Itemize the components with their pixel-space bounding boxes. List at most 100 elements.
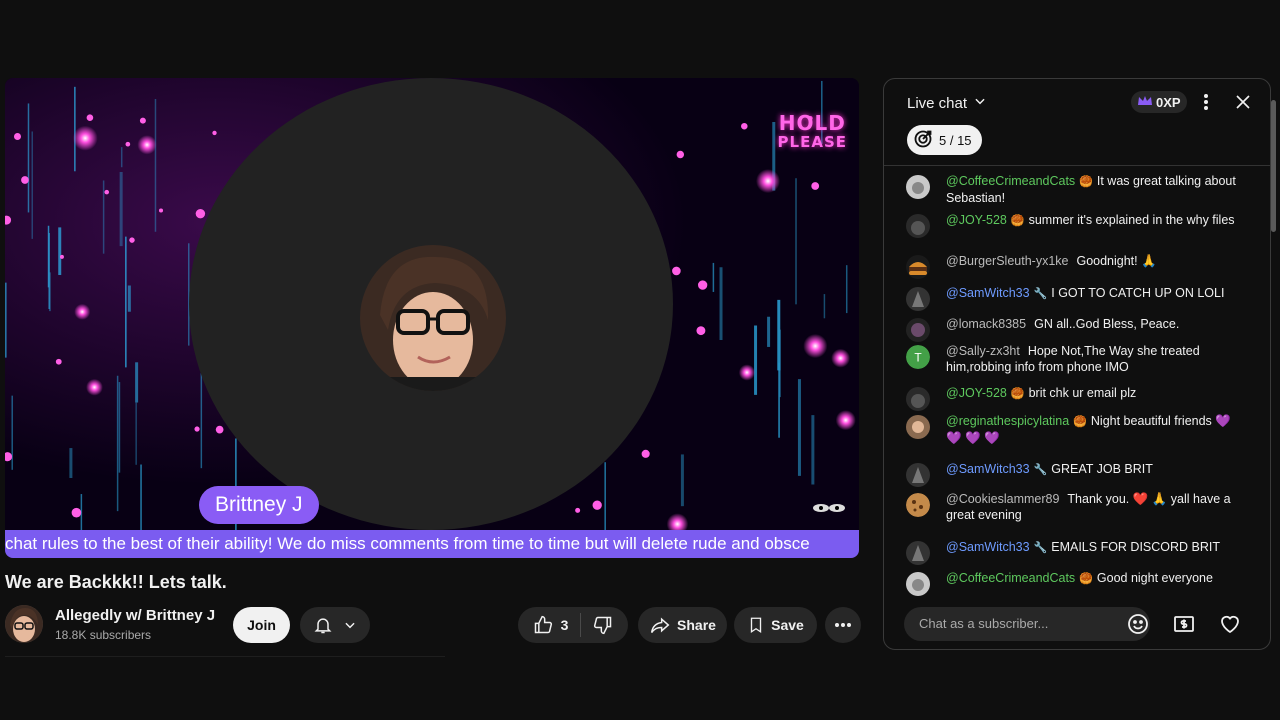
thumbs-up-icon [533, 615, 553, 635]
chat-username[interactable]: @CoffeeCrimeandCats [946, 571, 1075, 585]
chat-message: @CoffeeCrimeandCats 🥮 Good night everyone [906, 570, 1236, 596]
user-avatar[interactable] [906, 541, 930, 565]
chevron-down-icon [343, 618, 357, 632]
xp-badge[interactable]: 0XP [1131, 91, 1187, 113]
bookmark-icon [747, 615, 765, 635]
user-avatar[interactable] [906, 214, 930, 238]
channel-watermark [809, 496, 849, 524]
user-avatar[interactable] [906, 463, 930, 487]
join-button[interactable]: Join [233, 607, 290, 643]
chat-messages: @CoffeeCrimeandCats 🥮 It was great talking… [884, 167, 1259, 597]
more-actions-button[interactable] [825, 607, 861, 643]
share-button[interactable]: Share [638, 607, 727, 643]
video-player[interactable]: HOLD PLEASE Brittney J chat rules to the… [5, 78, 859, 558]
chat-text: GN all..God Bless, Peace. [1034, 317, 1180, 331]
chat-message: T @Sally-zx3ht Hope Not,The Way she treat… [906, 343, 1236, 375]
channel-avatar[interactable] [5, 605, 43, 643]
chat-message: @JOY-528 🥮 summer it's explained in the wh… [906, 212, 1236, 238]
chat-mode-dropdown[interactable]: Live chat [907, 94, 987, 112]
live-chat-panel: Live chat 0XP 5 / 15 @CoffeeCrimeandCats… [883, 78, 1271, 650]
chat-input[interactable]: Chat as a subscriber... [904, 607, 1150, 641]
close-chat-button[interactable] [1234, 93, 1252, 116]
close-icon [1234, 95, 1252, 115]
user-avatar[interactable] [906, 387, 930, 411]
chat-username[interactable]: @SamWitch33 [946, 540, 1030, 554]
smiley-icon [1126, 614, 1150, 640]
chat-text: GREAT JOB BRIT [1051, 462, 1153, 476]
scrolling-ticker: chat rules to the best of their ability!… [5, 530, 859, 558]
chat-username[interactable]: @CoffeeCrimeandCats [946, 174, 1075, 188]
streamer-name-tag: Brittney J [199, 486, 319, 524]
user-avatar[interactable] [906, 493, 930, 517]
member-badge: 🥮 [1073, 416, 1087, 428]
super-chat-button[interactable] [1172, 612, 1196, 641]
goal-progress: 5 / 15 [939, 132, 972, 148]
chat-text: brit chk ur email plz [1028, 386, 1137, 400]
chat-username[interactable]: @SamWitch33 [946, 286, 1030, 300]
user-avatar[interactable] [906, 318, 930, 342]
dislike-button[interactable] [593, 615, 613, 635]
like-count: 3 [560, 617, 569, 633]
channel-name[interactable]: Allegedly w/ Brittney J [55, 607, 215, 624]
like-dislike-group: 3 [518, 607, 628, 643]
chat-username[interactable]: @BurgerSleuth-yx1ke [946, 254, 1068, 268]
svg-text:T: T [914, 351, 922, 365]
emoji-button[interactable] [1126, 612, 1150, 641]
like-button[interactable]: 3 [533, 615, 569, 635]
chat-username[interactable]: @lomack8385 [946, 317, 1026, 331]
chat-username[interactable]: @reginathespicylatina [946, 414, 1069, 428]
chat-text: Goodnight! 🙏 [1076, 254, 1157, 268]
like-divider [580, 613, 582, 637]
chat-username[interactable]: @JOY-528 [946, 213, 1007, 227]
video-title: We are Backkk!! Lets talk. [5, 572, 227, 592]
crown-icon [1137, 95, 1153, 110]
chat-goal-badge[interactable]: 5 / 15 [907, 125, 982, 155]
thumbs-down-icon [593, 615, 613, 635]
chat-header: Live chat 0XP 5 / 15 [884, 79, 1270, 166]
thanks-button[interactable] [1218, 612, 1242, 641]
chat-title: Live chat [907, 94, 968, 112]
hold-text: HOLD [778, 111, 846, 135]
moderator-badge: 🔧 [1033, 288, 1048, 300]
chat-message: @reginathespicylatina 🥮 Night beautiful fr… [906, 413, 1236, 446]
more-vertical-icon [1197, 94, 1215, 116]
user-avatar[interactable]: T [906, 345, 930, 369]
user-avatar[interactable] [906, 255, 930, 279]
moderator-badge: 🔧 [1033, 542, 1048, 554]
chat-username[interactable]: @Sally-zx3ht [946, 344, 1020, 358]
member-badge: 🥮 [1010, 215, 1025, 227]
chat-message: @JOY-528 🥮 brit chk ur email plz [906, 385, 1236, 411]
chat-text: Good night everyone [1096, 571, 1213, 585]
user-avatar[interactable] [906, 287, 930, 311]
share-icon [649, 615, 671, 635]
chat-message: @CoffeeCrimeandCats 🥮 It was great talking… [906, 173, 1236, 206]
share-label: Share [677, 617, 716, 633]
chevron-down-icon [973, 94, 987, 112]
xp-value: 0XP [1156, 94, 1181, 110]
user-avatar[interactable] [906, 175, 930, 199]
chat-menu-button[interactable] [1197, 92, 1215, 117]
chat-message: @SamWitch33 🔧 EMAILS FOR DISCORD BRIT [906, 539, 1236, 565]
dollar-note-icon [1172, 616, 1196, 640]
chat-message: @Cookieslammer89 Thank you. ❤️ 🙏 yall hav… [906, 491, 1236, 523]
please-text: PLEASE [777, 133, 847, 151]
chat-scrollbar[interactable] [1271, 100, 1276, 232]
chat-username[interactable]: @JOY-528 [946, 386, 1007, 400]
chat-text: summer it's explained in the why files [1028, 213, 1235, 227]
member-badge: 🥮 [1079, 573, 1093, 585]
more-horizontal-icon [834, 622, 852, 628]
subscriber-count: 18.8K subscribers [55, 628, 152, 642]
chat-message: @SamWitch33 🔧 I GOT TO CATCH UP ON LOLI [906, 285, 1236, 311]
chat-username[interactable]: @Cookieslammer89 [946, 492, 1059, 506]
description-divider [5, 656, 445, 657]
member-badge: 🥮 [1010, 388, 1025, 400]
hold-please-overlay: HOLD PLEASE [777, 111, 847, 152]
user-avatar[interactable] [906, 415, 930, 439]
notification-button[interactable] [300, 607, 370, 643]
save-button[interactable]: Save [734, 607, 817, 643]
chat-username[interactable]: @SamWitch33 [946, 462, 1030, 476]
user-avatar[interactable] [906, 572, 930, 596]
moderator-badge: 🔧 [1033, 464, 1048, 476]
save-label: Save [771, 617, 804, 633]
streamer-photo [360, 245, 506, 391]
